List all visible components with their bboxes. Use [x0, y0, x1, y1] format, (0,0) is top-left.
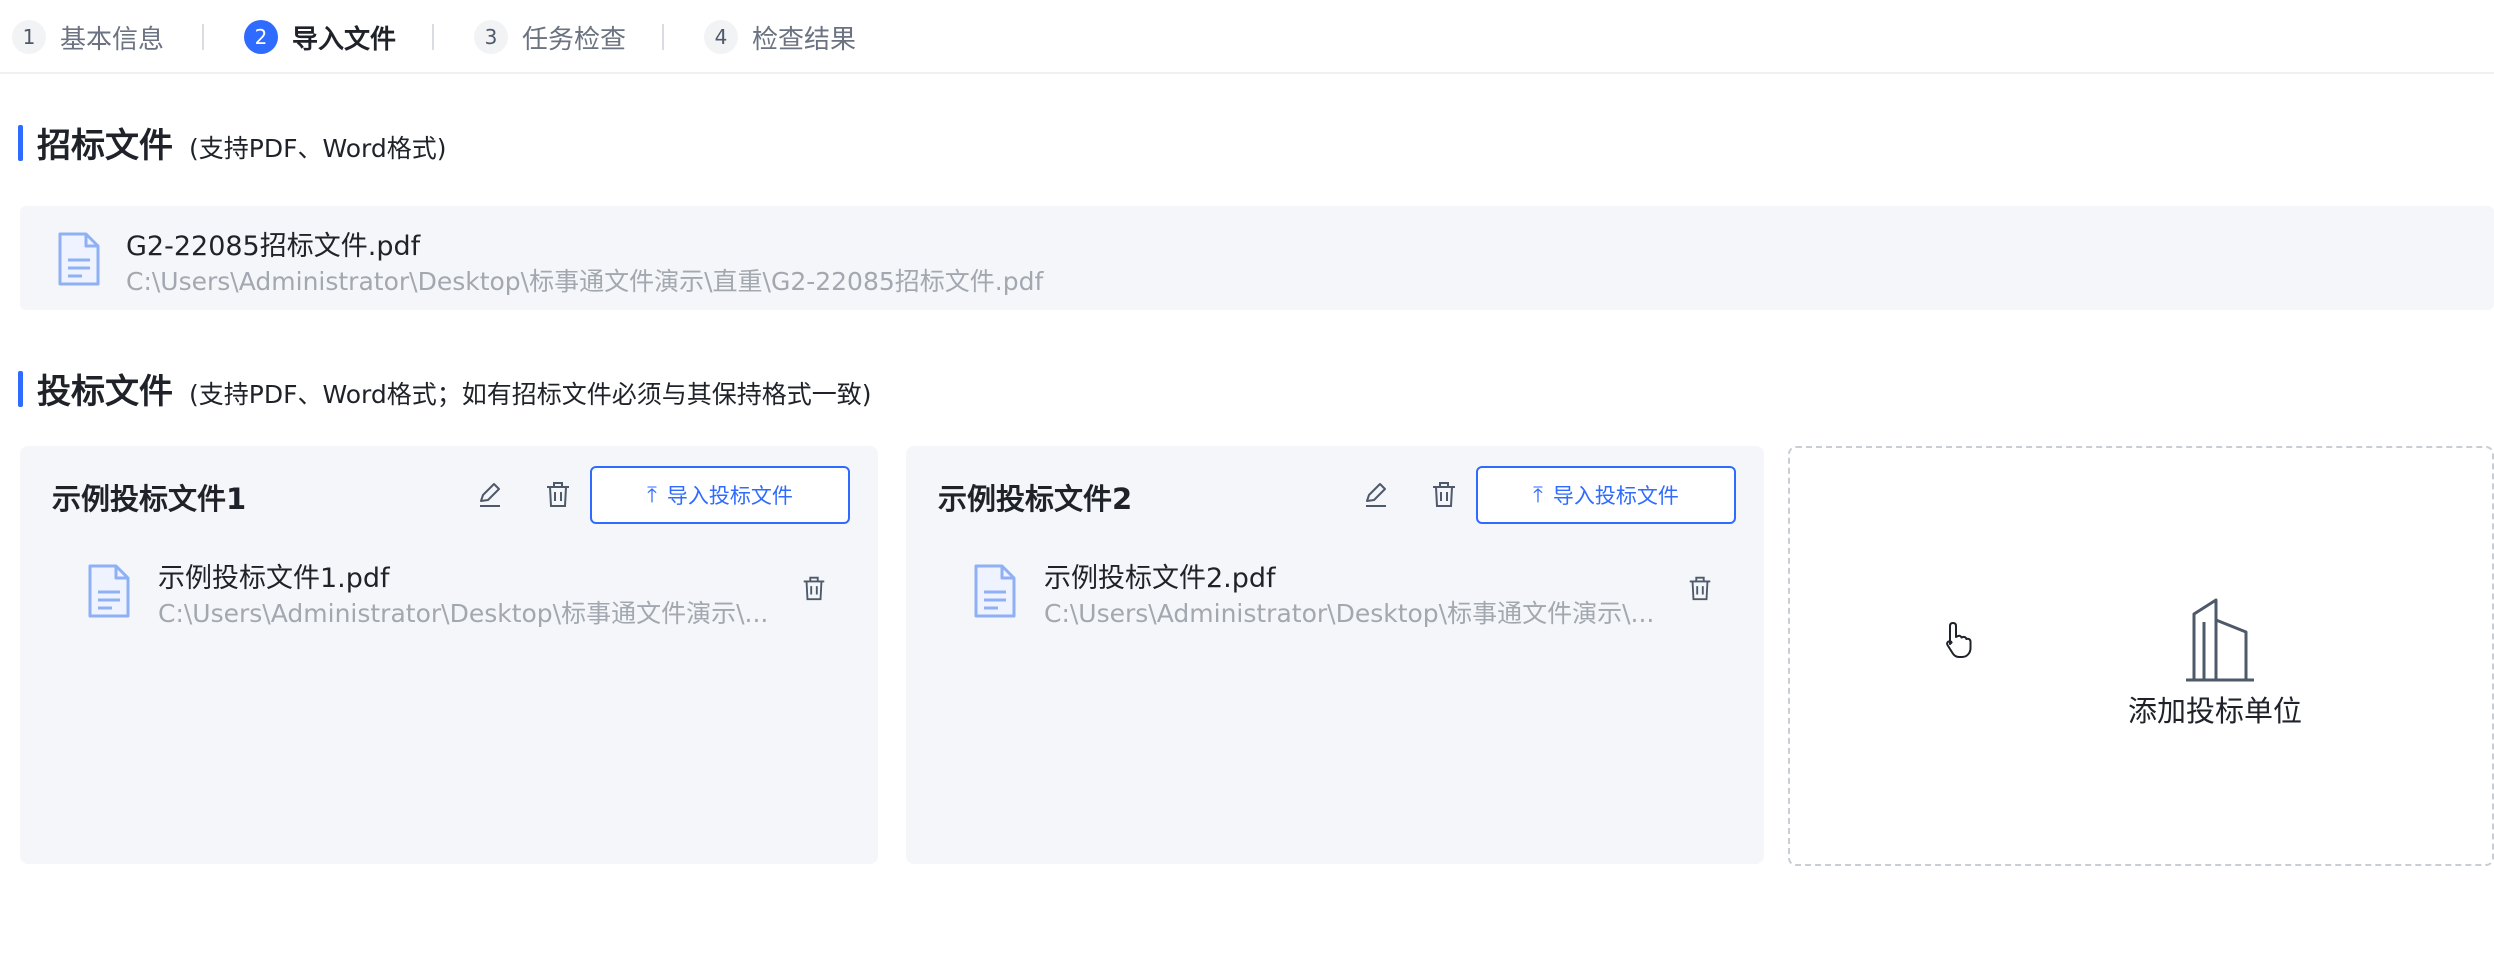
trash-icon[interactable] — [538, 474, 578, 514]
step-number: 3 — [474, 20, 508, 54]
upload-icon: ⤒ — [647, 482, 657, 508]
step-task-check[interactable]: 3 任务检查 — [474, 16, 626, 58]
step-import-files[interactable]: 2 导入文件 — [244, 16, 396, 58]
section-accent-bar — [18, 370, 23, 407]
bid-section-header: 投标文件 (支持PDF、Word格式；如有招标文件必须与其保持格式一致) — [18, 364, 871, 413]
import-button-label: 导入投标文件 — [666, 484, 793, 508]
edit-icon[interactable] — [1356, 474, 1396, 514]
bid-card-title: 示例投标文件2 — [938, 482, 1133, 516]
step-check-result[interactable]: 4 检查结果 — [704, 16, 856, 58]
step-number: 1 — [12, 20, 46, 54]
step-label: 导入文件 — [292, 24, 397, 55]
bid-file-path: C:\Users\Administrator\Desktop\标事通文件演示\.… — [158, 599, 769, 628]
section-title: 招标文件 — [37, 126, 173, 166]
add-bidder-label: 添加投标单位 — [2128, 694, 2303, 728]
section-accent-bar — [18, 124, 23, 161]
step-divider — [202, 24, 204, 50]
import-bid-file-button[interactable]: ⤒ 导入投标文件 — [1476, 466, 1736, 524]
import-button-label: 导入投标文件 — [1552, 484, 1679, 508]
step-divider — [432, 24, 434, 50]
steps-bar: 1 基本信息 2 导入文件 3 任务检查 4 检查结果 — [0, 0, 2494, 74]
import-bid-file-button[interactable]: ⤒ 导入投标文件 — [590, 466, 850, 524]
tender-file-name: G2-22085招标文件.pdf — [126, 231, 421, 262]
edit-icon[interactable] — [470, 474, 510, 514]
tender-file-path: C:\Users\Administrator\Desktop\标事通文件演示\直… — [126, 267, 1044, 296]
trash-icon[interactable] — [796, 570, 832, 606]
upload-icon: ⤒ — [1533, 482, 1543, 508]
step-label: 检查结果 — [752, 24, 857, 55]
file-doc-icon — [972, 564, 1018, 618]
bid-file-name: 示例投标文件2.pdf — [1044, 563, 1276, 594]
pointer-cursor-icon — [1944, 620, 1974, 660]
step-number: 2 — [244, 20, 278, 54]
bid-file-name: 示例投标文件1.pdf — [158, 563, 390, 594]
file-doc-icon — [86, 564, 132, 618]
step-divider — [662, 24, 664, 50]
tender-file-item[interactable]: G2-22085招标文件.pdf C:\Users\Administrator\… — [20, 206, 2494, 310]
trash-icon[interactable] — [1682, 570, 1718, 606]
add-bidder-card[interactable]: 添加投标单位 — [1788, 446, 2494, 866]
file-doc-icon — [56, 232, 102, 286]
tender-section-header: 招标文件 (支持PDF、Word格式) — [18, 118, 446, 167]
building-icon — [2180, 596, 2260, 682]
trash-icon[interactable] — [1424, 474, 1464, 514]
section-hint: (支持PDF、Word格式) — [189, 134, 447, 163]
step-label: 基本信息 — [60, 24, 165, 55]
bid-card-title: 示例投标文件1 — [52, 482, 247, 516]
step-basic-info[interactable]: 1 基本信息 — [12, 16, 164, 58]
step-label: 任务检查 — [522, 24, 627, 55]
bid-card: 示例投标文件2 ⤒ 导入投标文件 示例投标文件2.pdf C:\Users\Ad… — [906, 446, 1764, 864]
bid-file-path: C:\Users\Administrator\Desktop\标事通文件演示\.… — [1044, 599, 1655, 628]
step-number: 4 — [704, 20, 738, 54]
bid-card: 示例投标文件1 ⤒ 导入投标文件 示例投标文件1.pdf C:\Users\Ad… — [20, 446, 878, 864]
section-hint: (支持PDF、Word格式；如有招标文件必须与其保持格式一致) — [189, 380, 872, 409]
section-title: 投标文件 — [37, 372, 173, 412]
